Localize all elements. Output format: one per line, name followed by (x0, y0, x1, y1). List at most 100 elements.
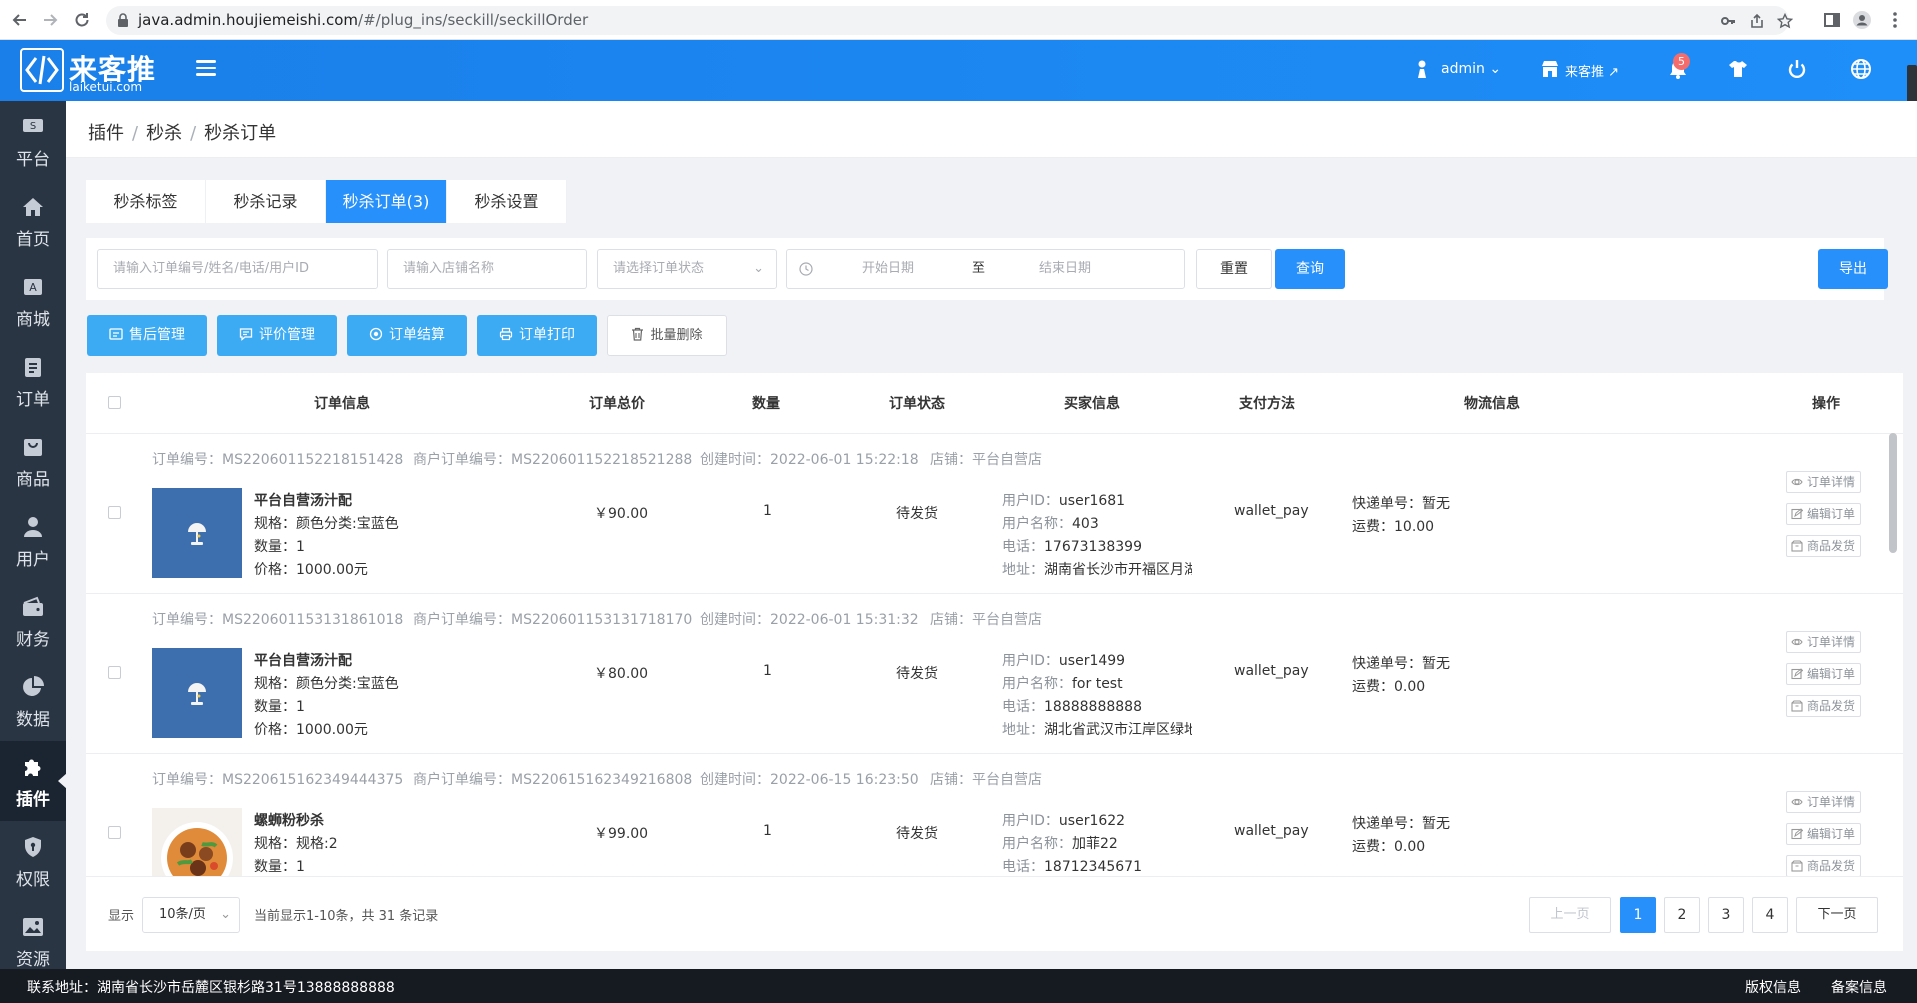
buyer-name: 用户名称：403 (1002, 513, 1099, 533)
package-icon (1791, 540, 1803, 552)
edit-order-button-label: 编辑订单 (1807, 827, 1856, 841)
edit-icon (1791, 668, 1803, 680)
freight: 运费：10.00 (1352, 519, 1435, 535)
row-checkbox[interactable] (108, 666, 121, 679)
product-price: 价格：1000.00元 (254, 722, 368, 738)
buyer-name-value: 加菲22 (1072, 836, 1118, 852)
ship-goods-button[interactable]: 商品发货 (1786, 535, 1862, 557)
edit-order-button[interactable]: 编辑订单 (1786, 663, 1862, 685)
order-detail-button[interactable]: 订单详情 (1786, 471, 1862, 493)
order-number: 订单编号：MS220601152218151428 (152, 452, 404, 468)
buyer-name: 用户名称：加菲22 (1002, 833, 1118, 853)
page-button-4[interactable]: 4 (1752, 897, 1788, 933)
eye-icon (1791, 478, 1803, 486)
footer-address: 联系地址：湖南省长沙市岳麓区银杉路31号13888888888 (27, 980, 395, 996)
buyer-name-value: for test (1072, 676, 1123, 692)
order-detail-button[interactable]: 订单详情 (1786, 791, 1862, 813)
order-detail-button[interactable]: 订单详情 (1786, 631, 1862, 653)
buyer-name-label: 用户名称： (1002, 676, 1072, 692)
edit-order-button[interactable]: 编辑订单 (1786, 503, 1862, 525)
order-total: ￥80.00 (594, 666, 649, 682)
buyer-phone: 电话：17673138399 (1002, 536, 1142, 556)
buyer-address-label: 地址： (1002, 722, 1044, 738)
buyer-address: 地址：湖南省长沙市开福区月湖 (1002, 559, 1192, 579)
product-quantity: 数量：1 (254, 859, 305, 875)
buyer-address-value: 湖南省长沙市开福区月湖 (1044, 562, 1192, 578)
product-name[interactable]: 螺蛳粉秒杀 (254, 810, 324, 830)
eye-icon (1791, 798, 1803, 806)
payment-method: wallet_pay (1234, 823, 1309, 839)
footer: 联系地址：湖南省长沙市岳麓区银杉路31号13888888888 版权信息 备案信… (0, 969, 1917, 1003)
product-spec: 规格：规格:2 (254, 836, 338, 852)
buyer-phone-value: 18712345671 (1044, 859, 1142, 875)
table-scrollbar[interactable] (1889, 433, 1897, 553)
row-checkbox[interactable] (108, 506, 121, 519)
next-page-button[interactable]: 下一页 (1796, 897, 1878, 933)
product-icon-lamp[interactable] (152, 648, 242, 738)
product-spec: 规格：颜色分类:宝蓝色 (254, 516, 399, 532)
edit-order-button[interactable]: 编辑订单 (1786, 823, 1862, 845)
edit-order-button-label: 编辑订单 (1807, 507, 1856, 521)
row-checkbox[interactable] (108, 826, 121, 839)
chevron-down-icon: ⌄ (220, 907, 231, 922)
order-total: ￥99.00 (594, 826, 649, 842)
package-icon (1791, 700, 1803, 712)
ship-goods-button[interactable]: 商品发货 (1786, 695, 1862, 717)
order-detail-button-label: 订单详情 (1807, 795, 1856, 809)
product-name[interactable]: 平台自营汤汁配 (254, 650, 352, 670)
page-button-3[interactable]: 3 (1708, 897, 1744, 933)
express-number: 快递单号：暂无 (1352, 656, 1450, 672)
ship-goods-button[interactable]: 商品发货 (1786, 855, 1862, 876)
buyer-id-value: user1681 (1058, 493, 1126, 509)
row-divider (86, 753, 1903, 754)
buyer-address: 地址：湖北省武汉市江岸区绿地 (1002, 719, 1192, 739)
row-divider (86, 593, 1903, 594)
prev-page-button[interactable]: 上一页 (1529, 897, 1611, 933)
order-status: 待发货 (896, 666, 938, 682)
order-detail-button-label: 订单详情 (1807, 475, 1856, 489)
buyer-id-label: 用户ID： (1002, 493, 1059, 509)
page-size-value: 10条/页 (159, 907, 206, 922)
page-size-select[interactable]: 10条/页 ⌄ (142, 897, 240, 933)
order-quantity: 1 (763, 663, 772, 679)
merchant-order-number: 商户订单编号：MS220615162349216808 (413, 772, 693, 788)
edit-order-button-label: 编辑订单 (1807, 667, 1856, 681)
buyer-name-value: 403 (1072, 516, 1099, 532)
express-number: 快递单号：暂无 (1352, 816, 1450, 832)
payment-method: wallet_pay (1234, 503, 1309, 519)
edit-icon (1791, 828, 1803, 840)
express-number: 快递单号：暂无 (1352, 496, 1450, 512)
order-quantity: 1 (763, 503, 772, 519)
order-detail-button-label: 订单详情 (1807, 635, 1856, 649)
product-icon-lamp[interactable] (152, 488, 242, 578)
freight: 运费：0.00 (1352, 679, 1426, 695)
created-time: 创建时间：2022-06-01 15:22:18 (700, 452, 919, 468)
product-quantity: 数量：1 (254, 699, 305, 715)
buyer-id: 用户ID：user1499 (1002, 650, 1125, 670)
page-button-2[interactable]: 2 (1664, 897, 1700, 933)
buyer-phone-label: 电话： (1002, 859, 1044, 875)
page-size-label: 显示 (108, 909, 135, 924)
ship-goods-button-label: 商品发货 (1807, 699, 1856, 713)
buyer-name-label: 用户名称： (1002, 836, 1072, 852)
order-quantity: 1 (763, 823, 772, 839)
buyer-id-value: user1499 (1058, 653, 1126, 669)
store-name: 店铺：平台自营店 (930, 772, 1042, 788)
ship-goods-button-label: 商品发货 (1807, 859, 1856, 873)
created-time: 创建时间：2022-06-01 15:31:32 (700, 612, 919, 628)
page-button-1[interactable]: 1 (1620, 897, 1656, 933)
merchant-order-number: 商户订单编号：MS220601153131718170 (413, 612, 693, 628)
order-number: 订单编号：MS220601153131861018 (152, 612, 404, 628)
buyer-name-label: 用户名称： (1002, 516, 1072, 532)
product-photo-food[interactable] (152, 808, 242, 876)
product-quantity: 数量：1 (254, 539, 305, 555)
buyer-id: 用户ID：user1622 (1002, 810, 1125, 830)
buyer-phone-value: 18888888888 (1044, 699, 1142, 715)
product-name[interactable]: 平台自营汤汁配 (254, 490, 352, 510)
buyer-id-label: 用户ID： (1002, 653, 1059, 669)
buyer-name: 用户名称：for test (1002, 673, 1123, 693)
buyer-id-value: user1622 (1058, 813, 1126, 829)
table-bottom-divider (86, 876, 1903, 877)
footer-copyright-link[interactable]: 版权信息 (1745, 977, 1801, 997)
footer-icp-link[interactable]: 备案信息 (1831, 977, 1887, 997)
